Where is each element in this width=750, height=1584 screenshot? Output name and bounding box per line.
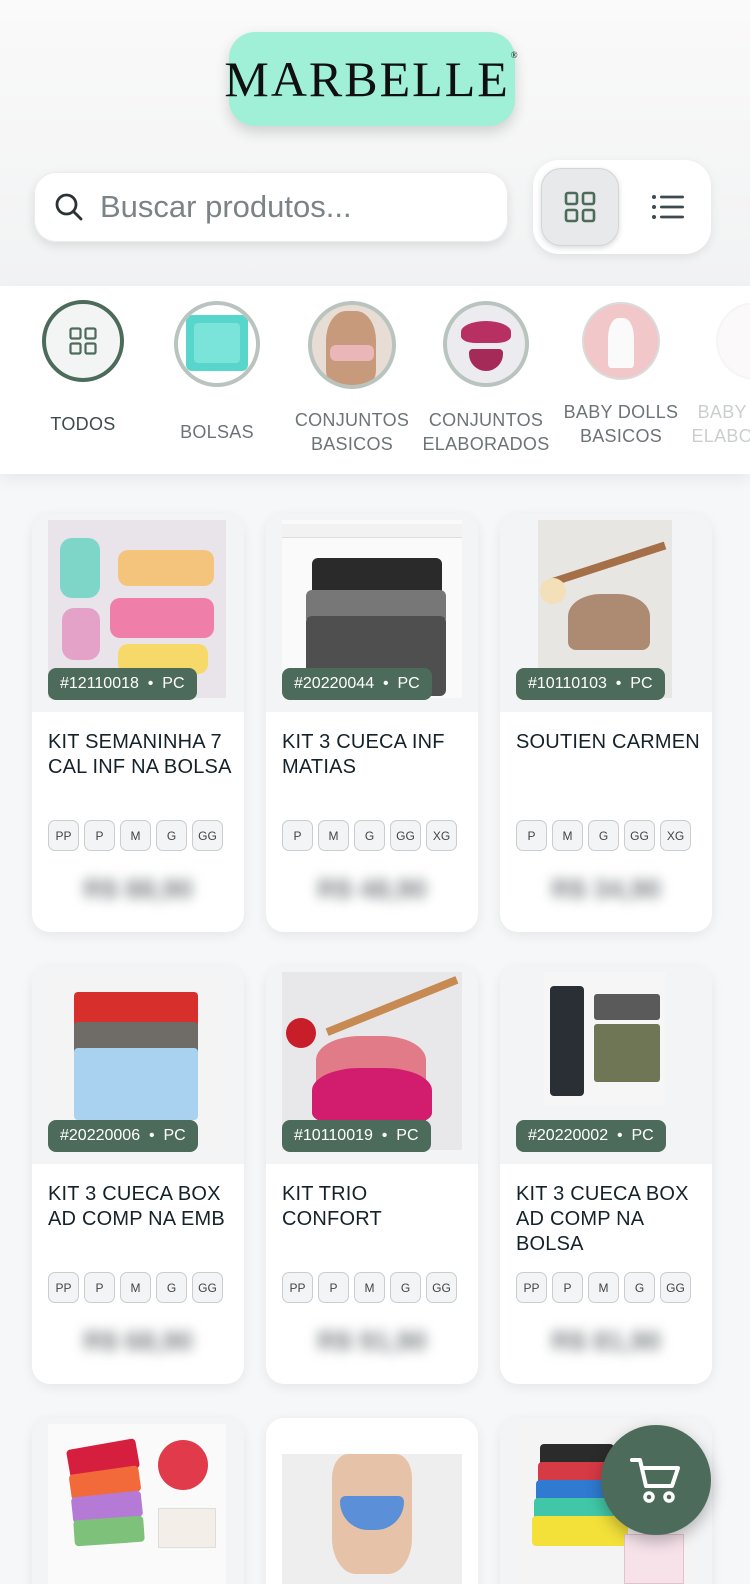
size-options: P M G GG XG [282,820,457,851]
size-chip[interactable]: G [354,820,385,851]
product-card[interactable] [266,1418,478,1584]
size-chip[interactable]: XG [426,820,457,851]
size-chip[interactable]: PP [282,1272,313,1303]
size-options: PP P M G GG [516,1272,691,1303]
product-title: KIT TRIO CONFORT [282,1183,382,1230]
list-view-button[interactable] [629,168,707,246]
product-code-badge: #20220006 • PC [48,1120,198,1152]
grid-view-button[interactable] [541,168,619,246]
search-icon [55,193,83,221]
size-chip[interactable]: GG [192,1272,223,1303]
product-price: R$ 81,90 [551,1326,661,1356]
size-chip[interactable]: G [390,1272,421,1303]
size-options: PP P M G GG [282,1272,457,1303]
product-code-badge: #10110103 • PC [516,668,665,700]
size-chip[interactable]: G [588,820,619,851]
size-chip[interactable]: G [156,1272,187,1303]
product-card[interactable]: #10110019 • PC KIT TRIO CONFORT PP P M G… [266,966,478,1384]
product-title: KIT 3 CUECA INF MATIAS [282,731,445,778]
size-chip[interactable]: P [516,820,547,851]
size-chip[interactable]: P [282,820,313,851]
size-chip[interactable]: P [552,1272,583,1303]
size-chip[interactable]: G [156,820,187,851]
product-price: R$ 88,90 [83,874,193,904]
size-chip[interactable]: M [318,820,349,851]
product-card[interactable]: #20220044 • PC KIT 3 CUECA INF MATIAS P … [266,514,478,932]
size-chip[interactable]: P [318,1272,349,1303]
size-options: PP P M G GG [48,1272,223,1303]
size-options: P M G GG XG [516,820,691,851]
product-title: KIT 3 CUECA BOX AD COMP NA EMB [48,1183,225,1230]
size-chip[interactable]: XG [660,820,691,851]
product-code-badge: #12110018 • PC [48,668,197,700]
category-icon-circle [42,300,124,382]
product-title: KIT 3 CUECA BOX AD COMP NA BOLSA [516,1183,689,1255]
size-chip[interactable]: GG [426,1272,457,1303]
product-card[interactable]: #20220006 • PC KIT 3 CUECA BOX AD COMP N… [32,966,244,1384]
product-price: R$ 48,90 [317,874,427,904]
size-chip[interactable]: P [84,820,115,851]
size-chip[interactable]: GG [624,820,655,851]
product-image [266,1418,478,1584]
brand-logo[interactable]: MARBELLE® [224,32,518,126]
cart-button[interactable] [601,1425,711,1535]
size-chip[interactable]: G [624,1272,655,1303]
product-card[interactable]: #12110018 • PC KIT SEMANINHA 7 CAL INF N… [32,514,244,932]
product-card[interactable]: #10110103 • PC SOUTIEN CARMEN P M G GG X… [500,514,712,932]
size-chip[interactable]: M [588,1272,619,1303]
product-code-badge: #20220002 • PC [516,1120,666,1152]
product-title: KIT SEMANINHA 7 CAL INF NA BOLSA [48,731,232,778]
size-chip[interactable]: GG [660,1272,691,1303]
size-options: PP P M G GG [48,820,223,851]
category-photo [716,302,750,380]
product-code-badge: #20220044 • PC [282,668,432,700]
product-title: SOUTIEN CARMEN [516,731,700,753]
grid-icon [69,327,97,355]
category-photo [582,302,660,380]
list-icon [652,195,684,219]
size-chip[interactable]: P [84,1272,115,1303]
product-price: R$ 34,90 [551,874,661,904]
product-code-badge: #10110019 • PC [282,1120,431,1152]
size-chip[interactable]: PP [48,820,79,851]
size-chip[interactable]: M [354,1272,385,1303]
grid-icon [564,191,596,223]
size-chip[interactable]: M [552,820,583,851]
size-chip[interactable]: GG [192,820,223,851]
product-image [32,1418,244,1584]
search-bar[interactable] [34,172,508,242]
size-chip[interactable]: M [120,820,151,851]
category-photo [174,301,260,387]
product-card[interactable] [32,1418,244,1584]
size-chip[interactable]: M [120,1272,151,1303]
search-input[interactable] [100,189,480,225]
cart-icon [630,1458,680,1503]
category-photo [443,301,529,387]
category-strip: TODOS BOLSAS CONJUNTOS BASICOS CONJUNTOS… [0,286,750,474]
product-price: R$ 91,90 [317,1326,427,1356]
view-toggle [533,160,711,254]
size-chip[interactable]: GG [390,820,421,851]
size-chip[interactable]: PP [516,1272,547,1303]
brand-name: MARBELLE® [224,50,520,107]
product-price: R$ 68,90 [83,1326,193,1356]
size-chip[interactable]: PP [48,1272,79,1303]
category-photo [308,301,396,389]
category-label: BABY DOLLS ELABORADOS [691,402,750,446]
product-card[interactable]: #20220002 • PC KIT 3 CUECA BOX AD COMP N… [500,966,712,1384]
